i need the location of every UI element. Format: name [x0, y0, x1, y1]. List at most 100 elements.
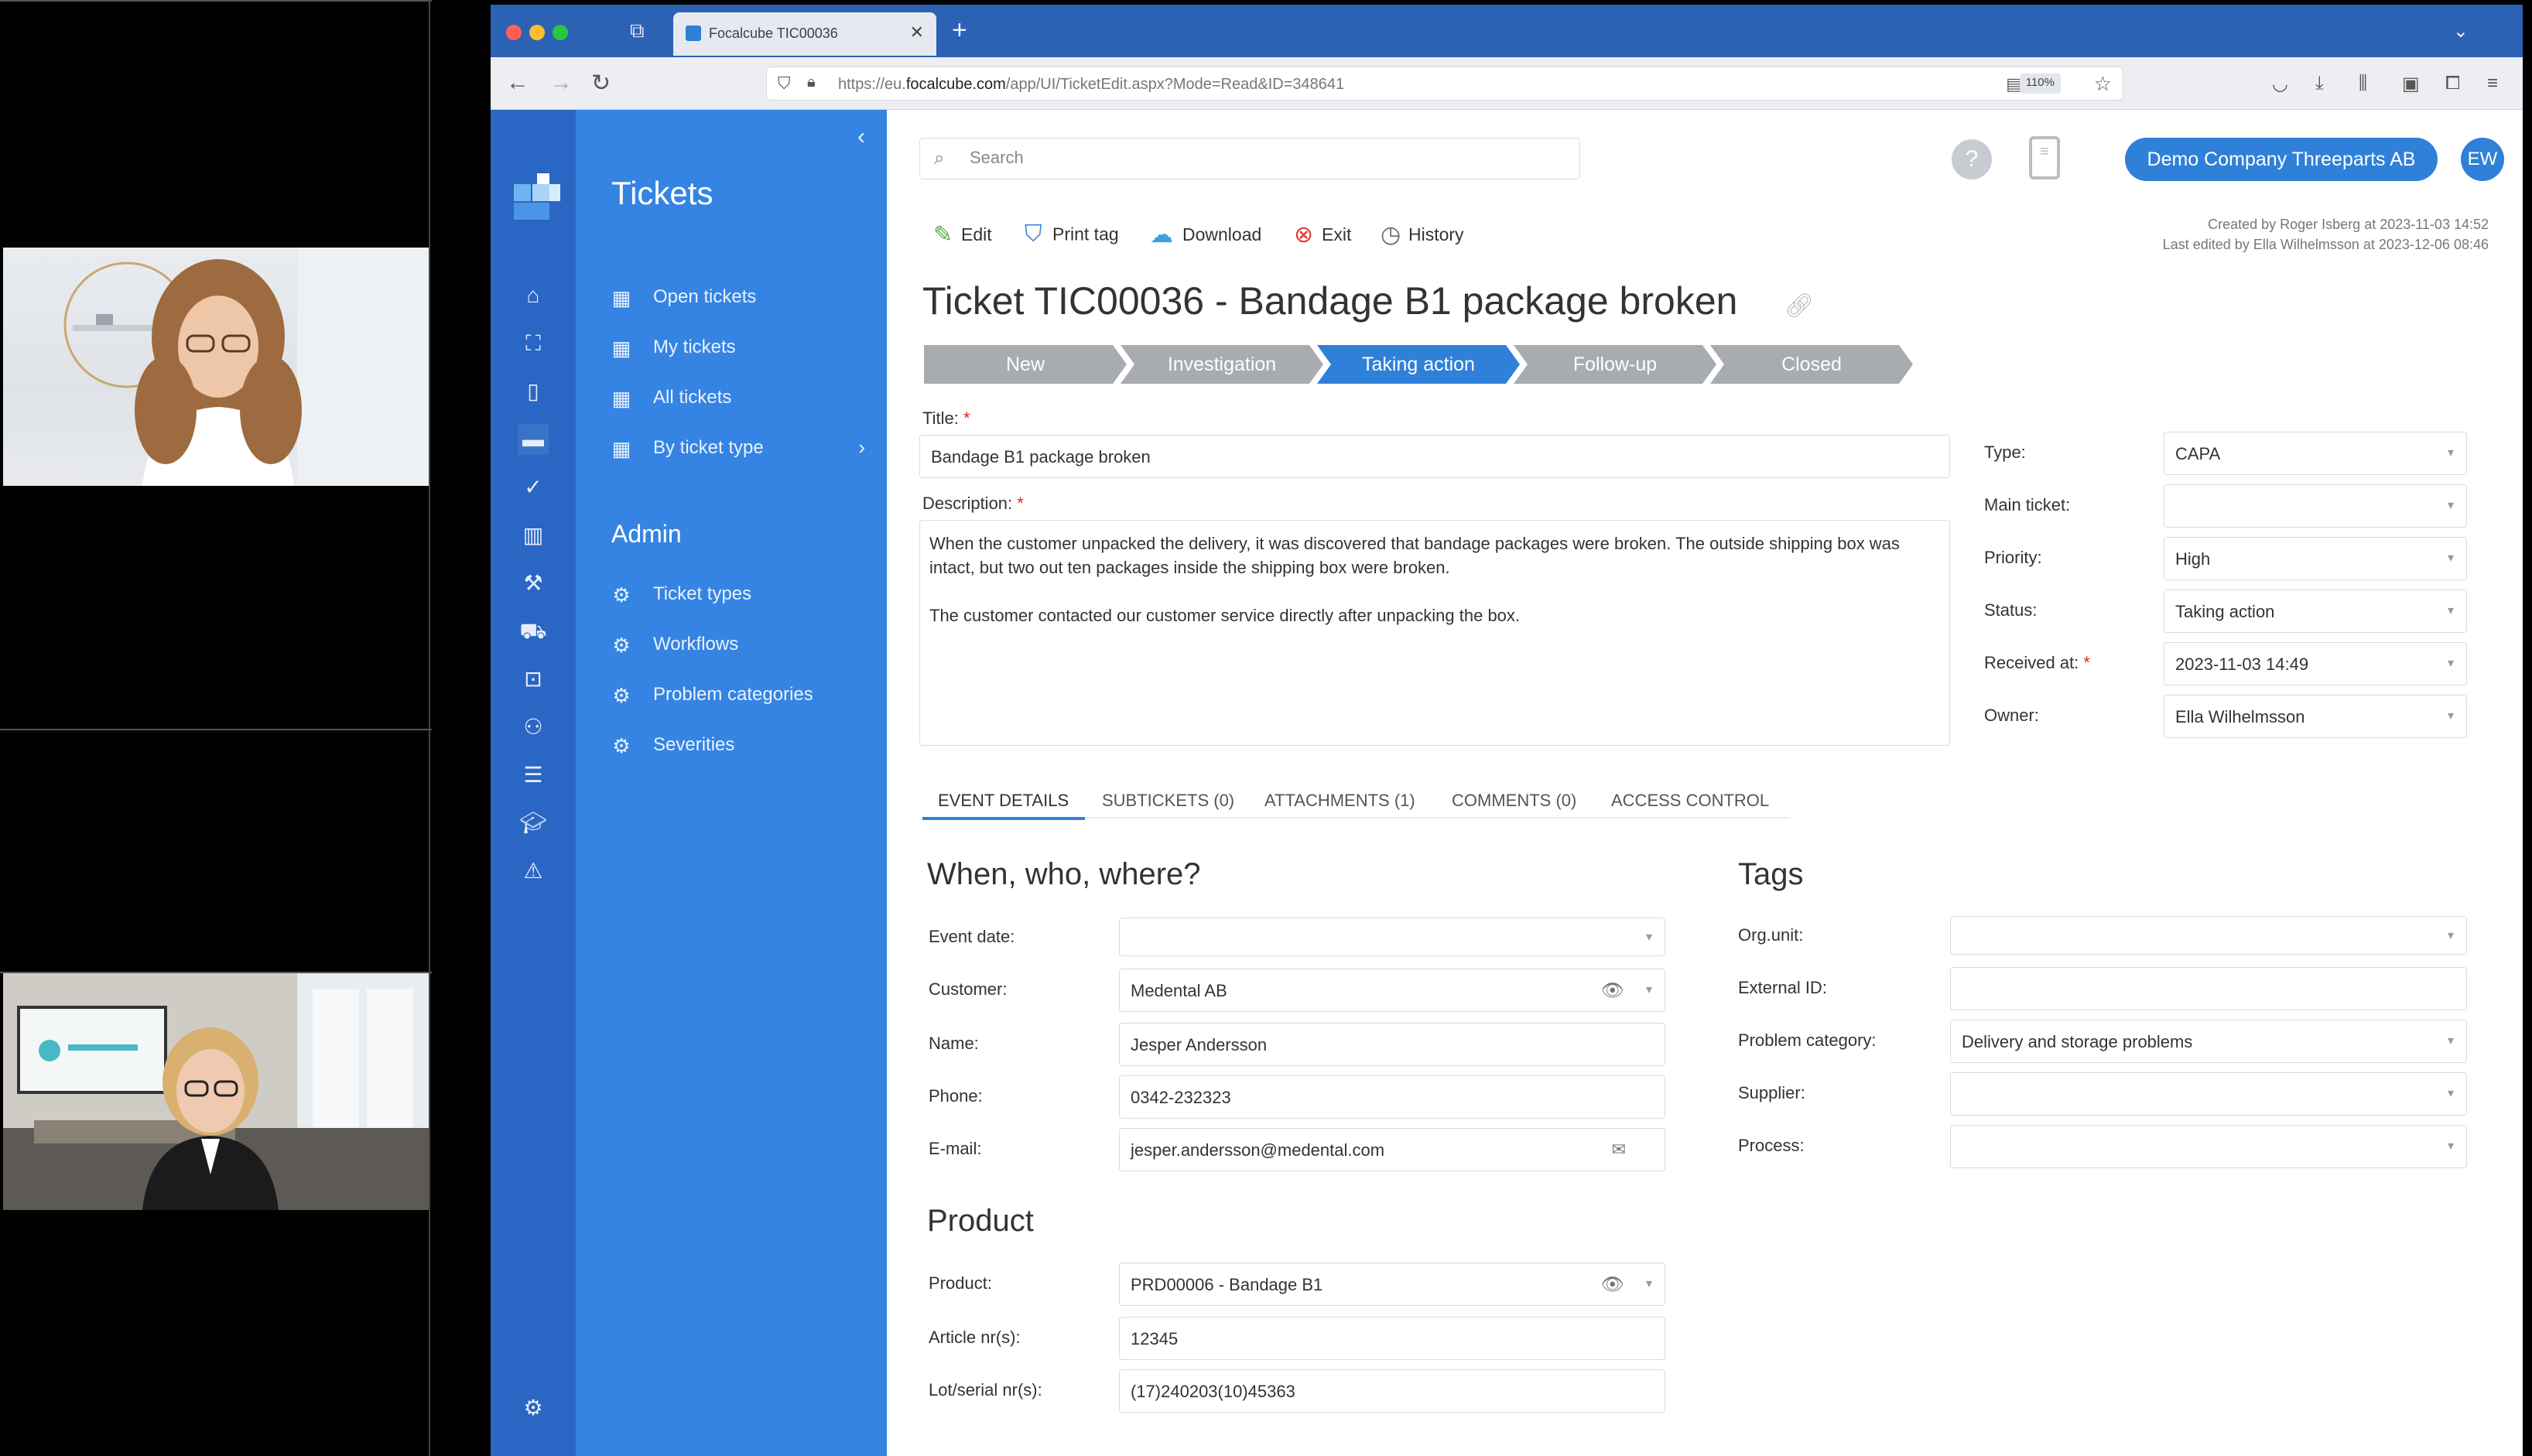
- new-tab-button[interactable]: +: [952, 15, 967, 46]
- sidebar-item-ticket-types[interactable]: ⚙ Ticket types: [610, 574, 873, 613]
- customer-select[interactable]: Medental AB 👁︎ ▾: [1119, 969, 1665, 1012]
- org-unit-label: Org.unit:: [1738, 925, 1804, 945]
- email-field[interactable]: jesper.andersson@medental.com ✉: [1119, 1128, 1665, 1171]
- close-tab-icon[interactable]: ✕: [910, 22, 924, 43]
- presentation-icon[interactable]: ⊡: [518, 664, 549, 695]
- check-circle-icon[interactable]: ✓: [518, 472, 549, 503]
- tab-subtickets[interactable]: SUBTICKETS (0): [1102, 791, 1234, 811]
- sidebar-item-problem-categories[interactable]: ⚙ Problem categories: [610, 675, 873, 713]
- downloads-icon[interactable]: ⤓: [2315, 73, 2324, 94]
- workflow-step[interactable]: Taking action: [1317, 345, 1520, 384]
- menu-hamburger-icon[interactable]: ≡: [2487, 73, 2498, 94]
- tab-title: Focalcube TIC00036: [709, 26, 838, 41]
- audit-icon[interactable]: ⚒: [518, 568, 549, 599]
- supplier-select[interactable]: ▾: [1950, 1072, 2467, 1116]
- tab-list-chevron-icon[interactable]: ⌄: [2453, 20, 2469, 43]
- workflow-step[interactable]: Closed: [1710, 345, 1913, 384]
- product-select[interactable]: PRD00006 - Bandage B1 👁︎ ▾: [1119, 1263, 1665, 1306]
- sidebar-item-workflows[interactable]: ⚙ Workflows: [610, 624, 873, 663]
- focalcube-logo-icon[interactable]: [514, 173, 560, 220]
- close-window-button[interactable]: [506, 25, 522, 40]
- history-button[interactable]: ◷ History: [1381, 221, 1464, 252]
- edit-button[interactable]: ✎ Edit: [933, 221, 992, 252]
- chevron-right-icon: ›: [858, 436, 865, 459]
- description-field[interactable]: When the customer unpacked the delivery,…: [919, 520, 1950, 746]
- lot-serial-field[interactable]: (17)240203(10)45363: [1119, 1369, 1665, 1413]
- org-unit-select[interactable]: ▾: [1950, 916, 2467, 955]
- supplier-icon[interactable]: ⛟: [518, 616, 549, 647]
- minimize-window-button[interactable]: [529, 25, 545, 40]
- lock-icon[interactable]: 🔒︎: [807, 73, 816, 91]
- extensions-icon[interactable]: ⧠: [2445, 73, 2460, 94]
- back-arrow-icon[interactable]: ←: [506, 70, 529, 96]
- tab-event-details[interactable]: EVENT DETAILS: [938, 791, 1069, 811]
- problem-category-select[interactable]: Delivery and storage problems ▾: [1950, 1020, 2467, 1063]
- tickets-module-icon[interactable]: ▬: [518, 424, 549, 455]
- event-date-field[interactable]: ▾: [1119, 918, 1665, 956]
- bar-chart-icon[interactable]: ▥: [518, 520, 549, 551]
- risk-icon[interactable]: ⚠: [518, 856, 549, 887]
- close-circle-icon: ⊗: [1294, 222, 1314, 248]
- document-icon[interactable]: ▯: [518, 376, 549, 407]
- exit-button[interactable]: ⊗ Exit: [1294, 221, 1351, 252]
- shield-icon[interactable]: ⛉: [778, 73, 791, 94]
- type-select[interactable]: CAPA ▾: [2164, 432, 2467, 475]
- bookmark-star-icon[interactable]: ☆: [2094, 72, 2112, 96]
- tab-access-control[interactable]: ACCESS CONTROL: [1611, 791, 1769, 811]
- envelope-icon[interactable]: ✉: [1612, 1140, 1626, 1160]
- reload-icon[interactable]: ↻: [591, 70, 611, 97]
- zoom-level-badge[interactable]: 110%: [2019, 73, 2061, 94]
- company-selector-button[interactable]: Demo Company Threeparts AB: [2125, 138, 2438, 181]
- tile-divider: [0, 0, 432, 2]
- received-at-field[interactable]: 2023-11-03 14:49 ▾: [2164, 642, 2467, 685]
- pocket-icon[interactable]: ◡: [2272, 73, 2288, 95]
- scan-icon[interactable]: ⛶: [518, 328, 549, 359]
- sidebar-item-by-ticket-type[interactable]: ▦ By ticket type ›: [610, 428, 873, 467]
- search-box[interactable]: ⌕: [919, 138, 1580, 179]
- sidebar-item-open-tickets[interactable]: ▦ Open tickets: [610, 277, 873, 316]
- print-tag-button[interactable]: ⛉ Print tag: [1025, 221, 1119, 252]
- eye-icon[interactable]: 👁︎: [1601, 1273, 1624, 1296]
- search-input[interactable]: [970, 148, 1558, 168]
- name-field[interactable]: Jesper Andersson: [1119, 1023, 1665, 1066]
- sidebar-item-label: My tickets: [653, 337, 736, 357]
- phone-field[interactable]: 0342-232323: [1119, 1075, 1665, 1119]
- workflow-step[interactable]: New: [924, 345, 1127, 384]
- clipboard-icon[interactable]: ≡: [2029, 136, 2060, 179]
- forward-arrow-icon[interactable]: →: [549, 70, 573, 96]
- sidebar-item-all-tickets[interactable]: ▦ All tickets: [610, 378, 873, 416]
- tab-overview-icon[interactable]: ⧉: [630, 19, 645, 43]
- owner-select[interactable]: Ella Wilhelmsson ▾: [2164, 695, 2467, 738]
- table-icon: ▦: [611, 286, 631, 309]
- sidebar-toggle-icon[interactable]: ▣: [2402, 73, 2420, 95]
- sidebar-item-my-tickets[interactable]: ▦ My tickets: [610, 327, 873, 366]
- training-icon[interactable]: 🎓︎: [518, 808, 549, 839]
- organization-icon[interactable]: ⚇: [518, 712, 549, 743]
- title-field[interactable]: Bandage B1 package broken: [919, 435, 1950, 478]
- library-icon[interactable]: ⫼: [2359, 73, 2367, 94]
- tab-attachments[interactable]: ATTACHMENTS (1): [1264, 791, 1415, 811]
- article-nr-field[interactable]: 12345: [1119, 1317, 1665, 1360]
- sidebar-item-severities[interactable]: ⚙ Severities: [610, 725, 873, 764]
- home-icon[interactable]: ⌂: [518, 280, 549, 311]
- priority-select[interactable]: High ▾: [2164, 537, 2467, 580]
- eye-icon[interactable]: 👁︎: [1601, 979, 1624, 1002]
- workflow-step[interactable]: Follow-up: [1514, 345, 1716, 384]
- status-select[interactable]: Taking action ▾: [2164, 590, 2467, 633]
- browser-tab-active[interactable]: Focalcube TIC00036 ✕: [673, 12, 936, 56]
- external-id-field[interactable]: [1950, 967, 2467, 1010]
- list-icon[interactable]: ☰: [518, 760, 549, 791]
- process-select[interactable]: ▾: [1950, 1125, 2467, 1168]
- download-button[interactable]: ☁ Download: [1150, 221, 1261, 252]
- settings-gear-icon[interactable]: ⚙: [518, 1393, 549, 1424]
- link-icon[interactable]: 🔗︎: [1784, 292, 1814, 320]
- collapse-sidebar-chevron-icon[interactable]: ‹: [857, 124, 865, 150]
- main-ticket-select[interactable]: ▾: [2164, 484, 2467, 528]
- avatar[interactable]: EW: [2461, 138, 2504, 181]
- zoom-window-button[interactable]: [553, 25, 568, 40]
- video-call-panel: [0, 0, 432, 1456]
- help-icon[interactable]: ?: [1952, 139, 1992, 179]
- workflow-step[interactable]: Investigation: [1121, 345, 1323, 384]
- address-bar[interactable]: ⛉ 🔒︎ https://eu.focalcube.com/app/UI/Tic…: [766, 67, 2123, 101]
- tab-comments[interactable]: COMMENTS (0): [1452, 791, 1576, 811]
